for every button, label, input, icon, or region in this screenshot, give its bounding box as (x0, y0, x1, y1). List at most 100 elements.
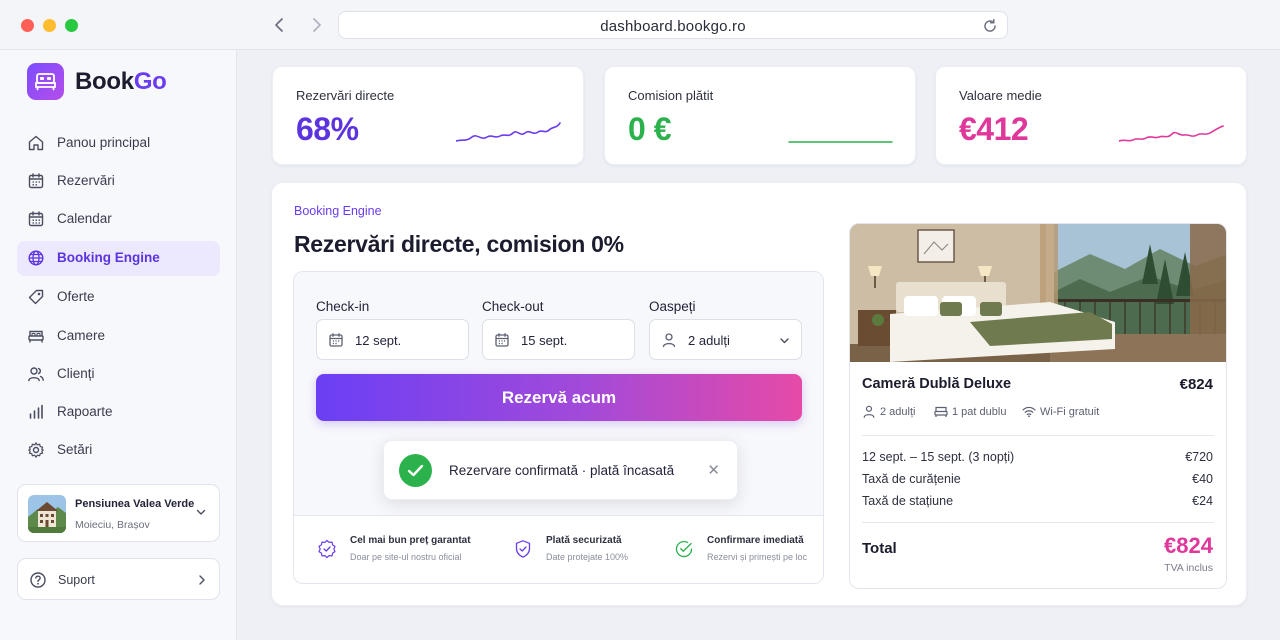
sidebar-item-settings[interactable]: Setări (17, 433, 220, 468)
amenity-label: Wi-Fi gratuit (1040, 406, 1100, 418)
chevron-right-icon (199, 575, 205, 585)
room-price: €824 (1179, 376, 1213, 393)
calendar-icon (329, 333, 343, 347)
wifi-icon (1022, 406, 1036, 418)
help-circle-icon (30, 572, 46, 588)
booking-form: Check-in 12 sept. Check-out 15 sept. Oas… (294, 272, 823, 515)
book-now-label: Rezervă acum (501, 388, 617, 407)
sidebar-item-rooms[interactable]: Camere (17, 319, 220, 354)
bar-chart-icon (29, 404, 43, 419)
sidebar-item-reports[interactable]: Rapoarte (17, 395, 220, 430)
price-line-value: €24 (1192, 494, 1213, 508)
users-icon (28, 367, 44, 382)
amenity-label: 1 pat dublu (952, 406, 1007, 418)
globe-icon (28, 250, 44, 266)
sidebar-item-booking-engine[interactable]: Booking Engine (17, 241, 220, 276)
forward-button[interactable] (305, 14, 327, 36)
sidebar-item-clients[interactable]: Clienți (17, 357, 220, 392)
kpi-label: Comision plătit (628, 88, 714, 103)
kpi-label: Valoare medie (959, 88, 1042, 103)
address-bar[interactable]: dashboard.bookgo.ro (338, 11, 1008, 39)
price-line-label: 12 sept. – 15 sept. (3 nopți) (862, 450, 1015, 464)
sparkline (788, 141, 893, 143)
feature-title: Plată securizată (546, 535, 622, 546)
room-summary-card: Cameră Dublă Deluxe €824 2 adulți 1 pat … (849, 223, 1227, 589)
sidebar-item-label: Rapoarte (57, 404, 113, 419)
user-icon (863, 405, 875, 418)
shield-icon (515, 540, 531, 558)
sidebar-item-dashboard[interactable]: Panou principal (17, 126, 220, 161)
room-name: Cameră Dublă Deluxe (862, 376, 1012, 392)
sidebar-item-reservations[interactable]: Rezervări (17, 164, 220, 199)
booking-engine-panel: Booking Engine Rezervări directe, comisi… (271, 182, 1247, 606)
amenity-label: 2 adulți (880, 406, 916, 418)
checkout-field[interactable]: 15 sept. (482, 319, 635, 360)
property-thumbnail-image (28, 495, 66, 533)
support-button[interactable]: Suport (17, 558, 220, 600)
total-label: Total (862, 540, 897, 557)
property-switcher[interactable]: Pensiunea Valea Verde Moieciu, Brașov (17, 484, 220, 542)
checkout-label: Check-out (482, 299, 544, 314)
check-circle-icon (675, 540, 693, 558)
check-icon (407, 464, 424, 477)
chevron-down-icon (196, 509, 206, 515)
calendar-icon (495, 333, 509, 347)
checkin-label: Check-in (316, 299, 370, 314)
chevron-down-icon (780, 338, 789, 344)
sidebar-item-label: Setări (57, 442, 93, 457)
checkin-value: 12 sept. (355, 333, 402, 348)
guests-value: 2 adulți (688, 333, 730, 348)
property-thumbnail (28, 495, 66, 533)
kpi-value: 68% (296, 111, 359, 147)
logo-text-book: Book (75, 68, 134, 95)
feature-subtitle: Date protejate 100% (546, 552, 629, 562)
divider (862, 522, 1214, 523)
badge-icon (318, 539, 336, 559)
kpi-card-commission: Comision plătit 0 € (604, 66, 916, 165)
maximize-window-button[interactable] (65, 19, 78, 32)
sidebar-item-offers[interactable]: Oferte (17, 280, 220, 315)
calendar-list-icon (28, 173, 44, 189)
guests-label: Oaspeți (649, 299, 696, 314)
kpi-card-direct-bookings: Rezervări directe 68% (272, 66, 584, 165)
feature-title: Cel mai bun preț garantat (350, 535, 471, 546)
sidebar-item-label: Oferte (57, 289, 95, 304)
confirmation-toast: Rezervare confirmată · plată încasată ✕ (383, 440, 738, 500)
feature-title: Confirmare imediată (707, 535, 804, 546)
sidebar-item-label: Calendar (57, 211, 112, 226)
divider (862, 435, 1214, 436)
section-eyebrow: Booking Engine (294, 204, 382, 218)
close-window-button[interactable] (21, 19, 34, 32)
total-note: TVA inclus (1164, 562, 1213, 574)
browser-chrome: dashboard.bookgo.ro (0, 0, 1280, 50)
kpi-card-average-value: Valoare medie €412 (935, 66, 1247, 165)
logo-text: BookGo (75, 68, 167, 96)
sidebar-item-label: Panou principal (57, 135, 151, 150)
sparkline (1119, 125, 1224, 142)
logo-text-go: Go (133, 68, 167, 95)
tag-icon (28, 289, 44, 305)
kpi-value: €412 (959, 111, 1029, 147)
price-line-label: Taxă de curățenie (862, 472, 961, 486)
back-button[interactable] (269, 14, 291, 36)
sidebar: BookGo Panou principal Rezervări Calenda… (0, 50, 237, 640)
checkin-field[interactable]: 12 sept. (316, 319, 469, 360)
chevron-right-icon (313, 18, 321, 32)
total-value: €824 (1164, 533, 1213, 558)
book-now-button[interactable]: Rezervă acum (316, 374, 802, 421)
chevron-left-icon (275, 18, 283, 32)
toast-check (399, 454, 432, 487)
minimize-window-button[interactable] (43, 19, 56, 32)
sidebar-item-calendar[interactable]: Calendar (17, 202, 220, 237)
close-icon[interactable]: ✕ (707, 461, 720, 479)
room-photo (850, 224, 1226, 362)
price-line-value: €40 (1192, 472, 1213, 486)
sidebar-item-label: Rezervări (57, 173, 115, 188)
property-name: Pensiunea Valea Verde (75, 498, 195, 510)
guests-select[interactable]: 2 adulți (649, 319, 802, 360)
calendar-icon (28, 211, 44, 227)
user-icon (662, 333, 676, 348)
reload-icon[interactable] (981, 17, 999, 35)
sidebar-item-label: Clienți (57, 366, 95, 381)
bed-icon (28, 330, 44, 343)
